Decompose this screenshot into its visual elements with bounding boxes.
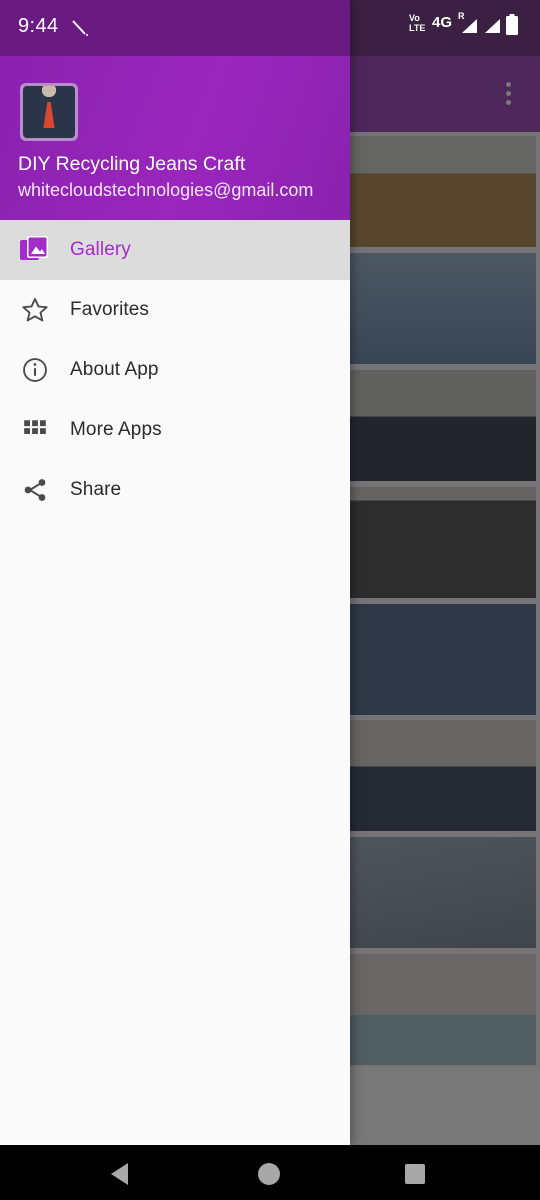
sidebar-item-label: Favorites — [70, 299, 150, 320]
sidebar-item-label: About App — [70, 359, 159, 380]
network-type-label: 4G — [432, 14, 453, 31]
sidebar-item-label: Gallery — [70, 239, 131, 260]
app-logo-denim-bib — [20, 83, 78, 141]
apps-grid-icon — [0, 417, 70, 443]
back-triangle-icon[interactable] — [111, 1163, 128, 1185]
sidebar-item-label: More Apps — [70, 419, 162, 440]
drawer-menu-list[interactable]: Gallery Favorites About App More Apps Sh… — [0, 220, 350, 520]
drawer-account-email: whitecloudstechnologies@gmail.com — [18, 180, 314, 200]
recents-square-icon[interactable] — [405, 1164, 425, 1184]
drawer-status-bar: 9:44 — [0, 0, 350, 56]
share-nodes-icon — [0, 476, 70, 504]
battery-full-icon — [506, 14, 518, 35]
info-circle-icon — [0, 356, 70, 384]
more-vert-icon[interactable] — [496, 82, 520, 108]
silent-slash-icon — [72, 20, 88, 36]
phone-screen: aft Vo LTE 4G R 9:44 — [0, 0, 540, 1200]
volte-line-1: Vo — [409, 13, 420, 23]
sidebar-item-gallery[interactable]: Gallery — [0, 220, 350, 280]
drawer-header: DIY Recycling Jeans Craft whitecloudstec… — [0, 56, 350, 220]
navigation-drawer[interactable]: 9:44 DIY Recycling Jeans Craft whiteclou… — [0, 0, 350, 1145]
volte-icon: Vo LTE — [409, 13, 425, 33]
status-bar-clock: 9:44 — [18, 15, 59, 37]
sidebar-item-more-apps[interactable]: More Apps — [0, 400, 350, 460]
sidebar-item-share[interactable]: Share — [0, 460, 350, 520]
signal-bars-icon-1 — [462, 19, 477, 33]
sidebar-item-label: Share — [70, 479, 122, 500]
drawer-app-name: DIY Recycling Jeans Craft — [18, 153, 246, 175]
sidebar-item-favorites[interactable]: Favorites — [0, 280, 350, 340]
signal-bars-icon-2 — [485, 19, 500, 33]
photo-library-icon — [0, 236, 70, 264]
home-circle-icon[interactable] — [258, 1163, 280, 1185]
android-navigation-bar[interactable] — [0, 1145, 540, 1200]
volte-line-2: LTE — [409, 23, 426, 33]
sidebar-item-about-app[interactable]: About App — [0, 340, 350, 400]
status-bar-right-icons: Vo LTE 4G R — [350, 0, 540, 56]
star-outline-icon — [0, 296, 70, 324]
